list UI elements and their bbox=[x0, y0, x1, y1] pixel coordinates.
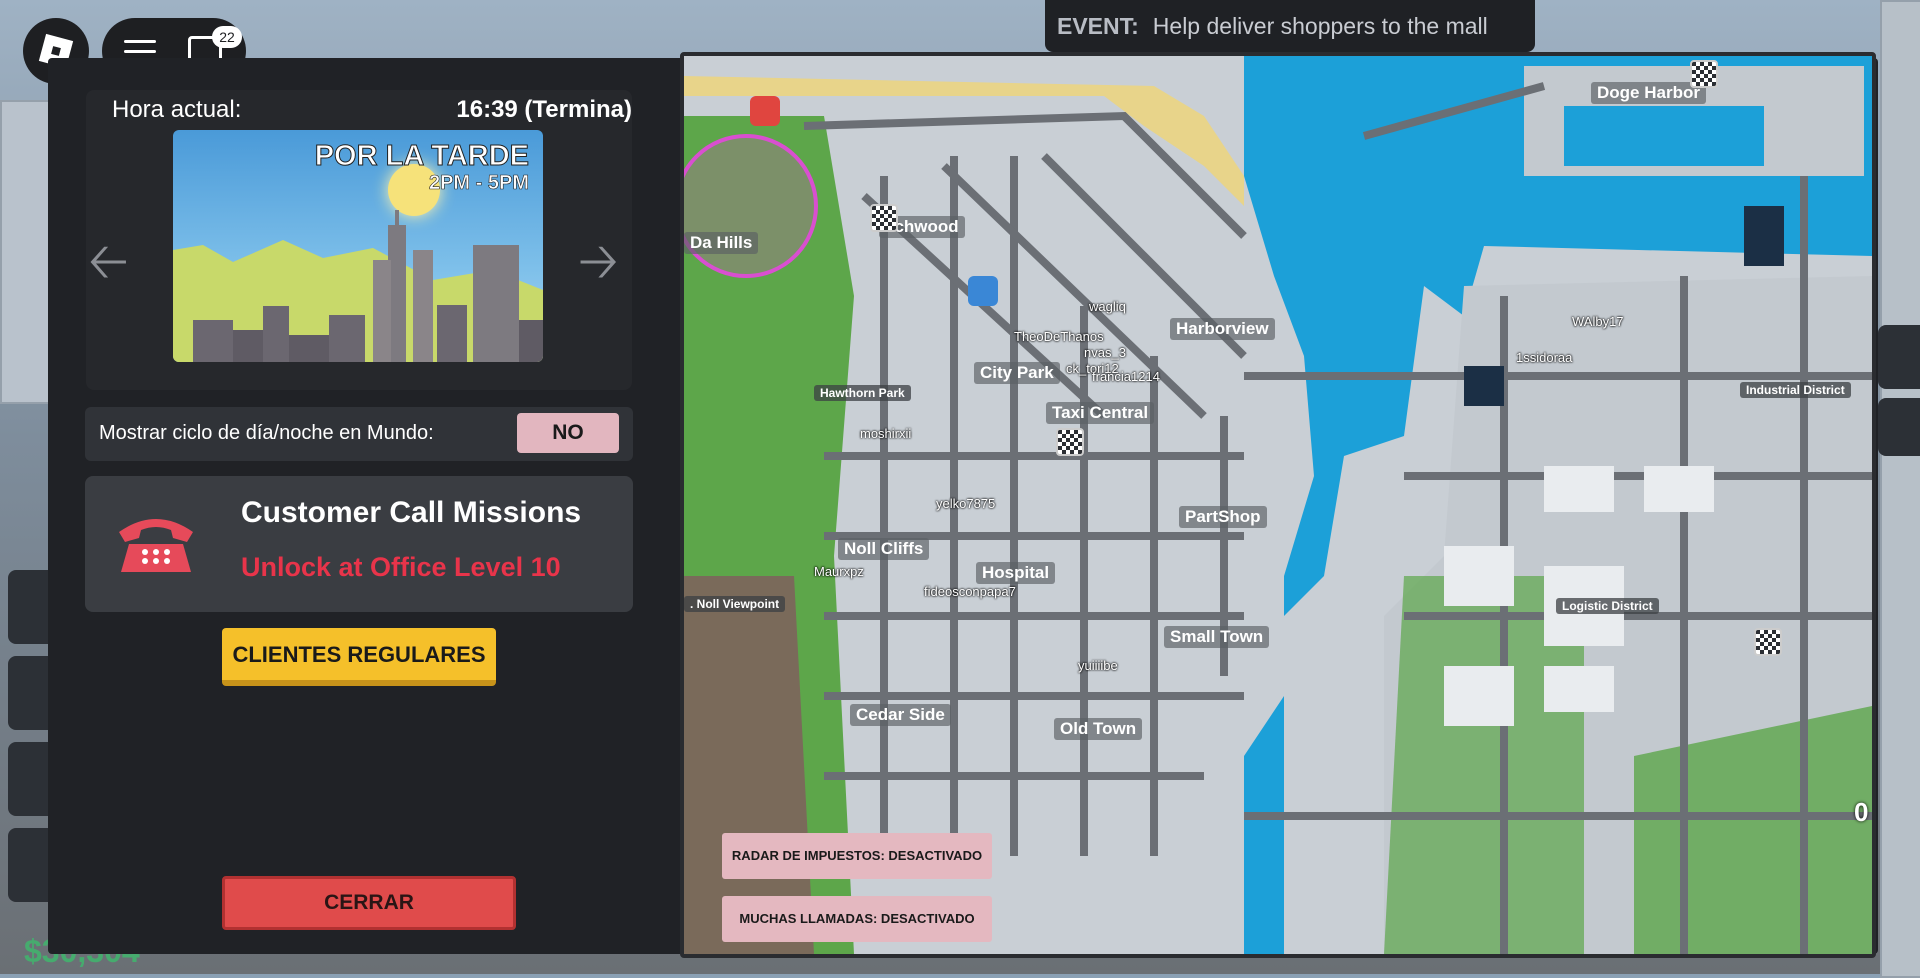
checkered-flag-icon[interactable] bbox=[1754, 628, 1782, 656]
map-district-label: Doge Harbor bbox=[1591, 82, 1706, 104]
side-tab[interactable] bbox=[1878, 325, 1920, 389]
event-banner: EVENT: Help deliver shoppers to the mall bbox=[1045, 0, 1535, 52]
fire-station-icon[interactable] bbox=[750, 96, 780, 126]
telephone-icon bbox=[119, 519, 193, 572]
map-district-label: Da Hills bbox=[684, 232, 759, 254]
map-district-label: Logistic District bbox=[1556, 598, 1659, 614]
arrow-left-icon[interactable]: 🡠 bbox=[88, 236, 129, 286]
map-district-label: Old Town bbox=[1054, 718, 1143, 740]
map-district-label: PartShop bbox=[1179, 506, 1267, 528]
current-time-value: 16:39 (Termina) bbox=[456, 96, 632, 123]
player-name: moshirxii bbox=[860, 426, 912, 441]
map-district-label: Taxi Central bbox=[1046, 402, 1155, 424]
missions-title: Customer Call Missions bbox=[241, 496, 582, 529]
day-night-toggle-row: Mostrar ciclo de día/noche en Mundo: NO bbox=[85, 407, 633, 461]
side-tab[interactable] bbox=[1878, 398, 1920, 456]
day-night-toggle[interactable]: NO bbox=[517, 413, 619, 453]
day-night-label: Mostrar ciclo de día/noche en Mundo: bbox=[99, 422, 434, 444]
player-name: TheoDeThanos bbox=[1014, 329, 1104, 344]
event-text: Help deliver shoppers to the mall bbox=[1152, 12, 1488, 39]
missions-unlock-text: Unlock at Office Level 10 bbox=[241, 552, 561, 582]
map-counter: 0 bbox=[1854, 797, 1869, 827]
map-district-label: Harborview bbox=[1170, 318, 1275, 340]
map-district-label: Small Town bbox=[1164, 626, 1270, 648]
map-district-label: Hawthorn Park bbox=[814, 385, 911, 401]
office-building-icon[interactable] bbox=[968, 276, 998, 306]
player-name: nvas_3 bbox=[1084, 345, 1126, 360]
arrow-right-icon[interactable]: 🡢 bbox=[578, 236, 619, 286]
checkered-flag-icon[interactable] bbox=[1690, 60, 1718, 88]
customer-call-missions-card: Customer Call Missions Unlock at Office … bbox=[85, 476, 633, 612]
map-district-label: City Park bbox=[974, 362, 1060, 384]
player-name: Maurxpz bbox=[814, 564, 864, 579]
chat-badge: 22 bbox=[212, 26, 242, 48]
map-district-label: Cedar Side bbox=[850, 704, 951, 726]
map-district-label: Industrial District bbox=[1740, 382, 1851, 398]
many-calls-toggle[interactable]: MUCHAS LLAMADAS: DESACTIVADO bbox=[722, 896, 992, 942]
player-name: francia1214 bbox=[1092, 369, 1160, 384]
regular-clients-button[interactable]: CLIENTES REGULARES bbox=[222, 628, 496, 686]
close-button[interactable]: CERRAR bbox=[222, 876, 516, 930]
map-district-label: . Noll Viewpoint bbox=[684, 596, 786, 612]
checkered-flag-icon[interactable] bbox=[1056, 428, 1084, 456]
time-of-day-range: 2PM - 5PM bbox=[428, 172, 530, 195]
map-graphic bbox=[684, 56, 1872, 954]
player-name: WAlby17 bbox=[1572, 314, 1624, 329]
checkered-flag-icon[interactable] bbox=[870, 204, 898, 232]
panel-left-column: Hora actual: 16:39 (Termina) 🡠 🡢 POR LA … bbox=[48, 58, 678, 954]
tax-radar-toggle[interactable]: RADAR DE IMPUESTOS: DESACTIVADO bbox=[722, 833, 992, 879]
event-label: EVENT: bbox=[1057, 12, 1139, 39]
time-of-day-title: POR LA TARDE bbox=[314, 140, 529, 173]
player-name: yuiiiibe bbox=[1078, 658, 1118, 673]
player-name: yelko7875 bbox=[936, 496, 996, 511]
player-name: fideosconpapa7 bbox=[924, 584, 1016, 599]
world-building bbox=[1880, 0, 1920, 978]
city-map[interactable]: Doge Harbor Da Hills echwood Harborview … bbox=[680, 52, 1876, 958]
time-of-day-card: POR LA TARDE 2PM - 5PM bbox=[173, 130, 543, 362]
current-time-label: Hora actual: bbox=[112, 96, 242, 123]
player-name: 1ssidoraa bbox=[1516, 350, 1573, 365]
player-name: wagliq bbox=[1089, 299, 1126, 314]
map-district-label: Noll Cliffs bbox=[838, 538, 930, 560]
map-district-label: Hospital bbox=[976, 562, 1056, 584]
